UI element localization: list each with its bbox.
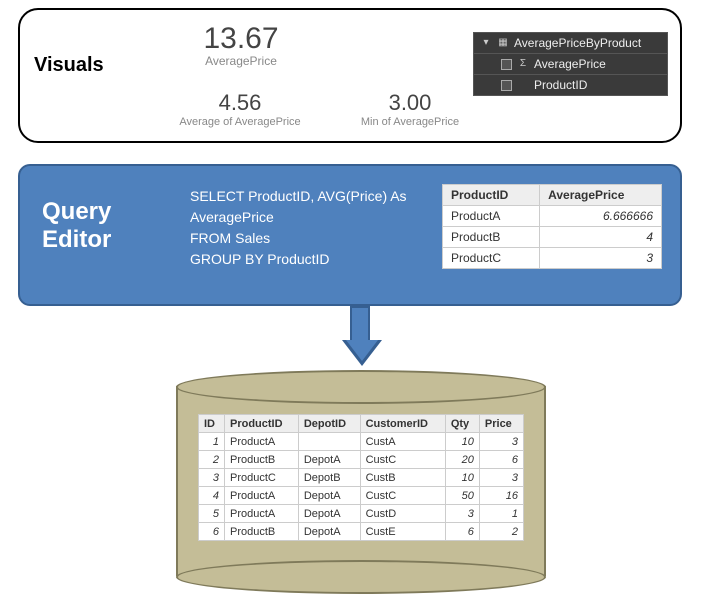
table-row: 4ProductADepotACustC5016 <box>199 487 524 505</box>
col-header: ProductID <box>443 185 540 206</box>
cell: 10 <box>445 433 479 451</box>
table-row: ProductA 6.666666 <box>443 206 662 227</box>
card-averageprice-label: AveragePrice <box>166 54 316 68</box>
cell: 1 <box>199 433 225 451</box>
cell: 16 <box>479 487 523 505</box>
cell: 3 <box>199 469 225 487</box>
query-editor-heading: Query Editor <box>42 198 162 253</box>
chevron-down-icon: ▾ <box>480 37 492 49</box>
col-header: Qty <box>445 415 479 433</box>
visuals-panel: Visuals 13.67 AveragePrice 4.56 Average … <box>18 8 682 143</box>
cell: ProductB <box>225 451 299 469</box>
card-avg-value: 4.56 <box>160 90 320 116</box>
cell: CustB <box>360 469 445 487</box>
table-header-row: ProductID AveragePrice <box>443 185 662 206</box>
table-row: ProductB 4 <box>443 227 662 248</box>
table-row: 3ProductCDepotBCustB103 <box>199 469 524 487</box>
fields-table-header[interactable]: ▾ ▦ AveragePriceByProduct <box>474 33 667 54</box>
cell: ProductA <box>443 206 540 227</box>
fields-pane: ▾ ▦ AveragePriceByProduct Σ AveragePrice… <box>473 32 668 96</box>
col-header: DepotID <box>298 415 360 433</box>
database-cylinder: ID ProductID DepotID CustomerID Qty Pric… <box>176 370 546 590</box>
cell: DepotA <box>298 505 360 523</box>
card-avg-of-averageprice: 4.56 Average of AveragePrice <box>160 90 320 128</box>
cell: 6 <box>445 523 479 541</box>
checkbox-icon[interactable] <box>501 59 512 70</box>
card-averageprice: 13.67 AveragePrice <box>166 22 316 68</box>
col-header: ID <box>199 415 225 433</box>
cell: 3 <box>445 505 479 523</box>
cell: DepotA <box>298 487 360 505</box>
table-header-row: ID ProductID DepotID CustomerID Qty Pric… <box>199 415 524 433</box>
card-averageprice-value: 13.67 <box>166 22 316 56</box>
cell: ProductA <box>225 505 299 523</box>
cell: 3 <box>479 469 523 487</box>
cell: DepotA <box>298 451 360 469</box>
cell: 3 <box>479 433 523 451</box>
source-table: ID ProductID DepotID CustomerID Qty Pric… <box>198 414 524 541</box>
cell: 20 <box>445 451 479 469</box>
blank-icon <box>517 79 529 91</box>
cell: ProductB <box>443 227 540 248</box>
cell: 6 <box>199 523 225 541</box>
cell: 5 <box>199 505 225 523</box>
card-min-of-averageprice: 3.00 Min of AveragePrice <box>330 90 490 128</box>
table-row: 5ProductADepotACustD31 <box>199 505 524 523</box>
cell: 2 <box>479 523 523 541</box>
table-row: 6ProductBDepotACustE62 <box>199 523 524 541</box>
sigma-icon: Σ <box>517 58 529 70</box>
query-editor-sql: SELECT ProductID, AVG(Price) As AverageP… <box>190 186 440 270</box>
card-min-value: 3.00 <box>330 90 490 116</box>
table-row: 2ProductBDepotACustC206 <box>199 451 524 469</box>
cell: CustD <box>360 505 445 523</box>
cell: ProductA <box>225 487 299 505</box>
col-header: CustomerID <box>360 415 445 433</box>
cell: ProductB <box>225 523 299 541</box>
table-icon: ▦ <box>497 37 509 49</box>
col-header: Price <box>479 415 523 433</box>
cell: CustC <box>360 487 445 505</box>
cell: DepotA <box>298 523 360 541</box>
cell: ProductC <box>443 248 540 269</box>
cell: 3 <box>540 248 662 269</box>
card-avg-label: Average of AveragePrice <box>160 116 320 128</box>
cell <box>298 433 360 451</box>
col-header: AveragePrice <box>540 185 662 206</box>
fields-row-averageprice[interactable]: Σ AveragePrice <box>474 54 667 75</box>
cell: 2 <box>199 451 225 469</box>
cell: 10 <box>445 469 479 487</box>
cell: 4 <box>540 227 662 248</box>
field-name: ProductID <box>534 78 587 92</box>
checkbox-icon[interactable] <box>501 80 512 91</box>
cell: 4 <box>199 487 225 505</box>
cell: CustE <box>360 523 445 541</box>
cell: ProductA <box>225 433 299 451</box>
table-row: ProductC 3 <box>443 248 662 269</box>
cell: 50 <box>445 487 479 505</box>
card-min-label: Min of AveragePrice <box>330 116 490 128</box>
arrow-down-icon <box>342 306 378 368</box>
table-row: 1ProductA CustA103 <box>199 433 524 451</box>
visuals-heading: Visuals <box>34 54 104 77</box>
query-result-table: ProductID AveragePrice ProductA 6.666666… <box>442 184 662 269</box>
query-editor-panel: Query Editor SELECT ProductID, AVG(Price… <box>18 164 682 306</box>
fields-table-name: AveragePriceByProduct <box>514 36 641 50</box>
cell: 1 <box>479 505 523 523</box>
fields-row-productid[interactable]: ProductID <box>474 75 667 95</box>
cell: 6 <box>479 451 523 469</box>
cell: DepotB <box>298 469 360 487</box>
cell: CustA <box>360 433 445 451</box>
cell: 6.666666 <box>540 206 662 227</box>
col-header: ProductID <box>225 415 299 433</box>
cell: CustC <box>360 451 445 469</box>
field-name: AveragePrice <box>534 57 606 71</box>
cell: ProductC <box>225 469 299 487</box>
